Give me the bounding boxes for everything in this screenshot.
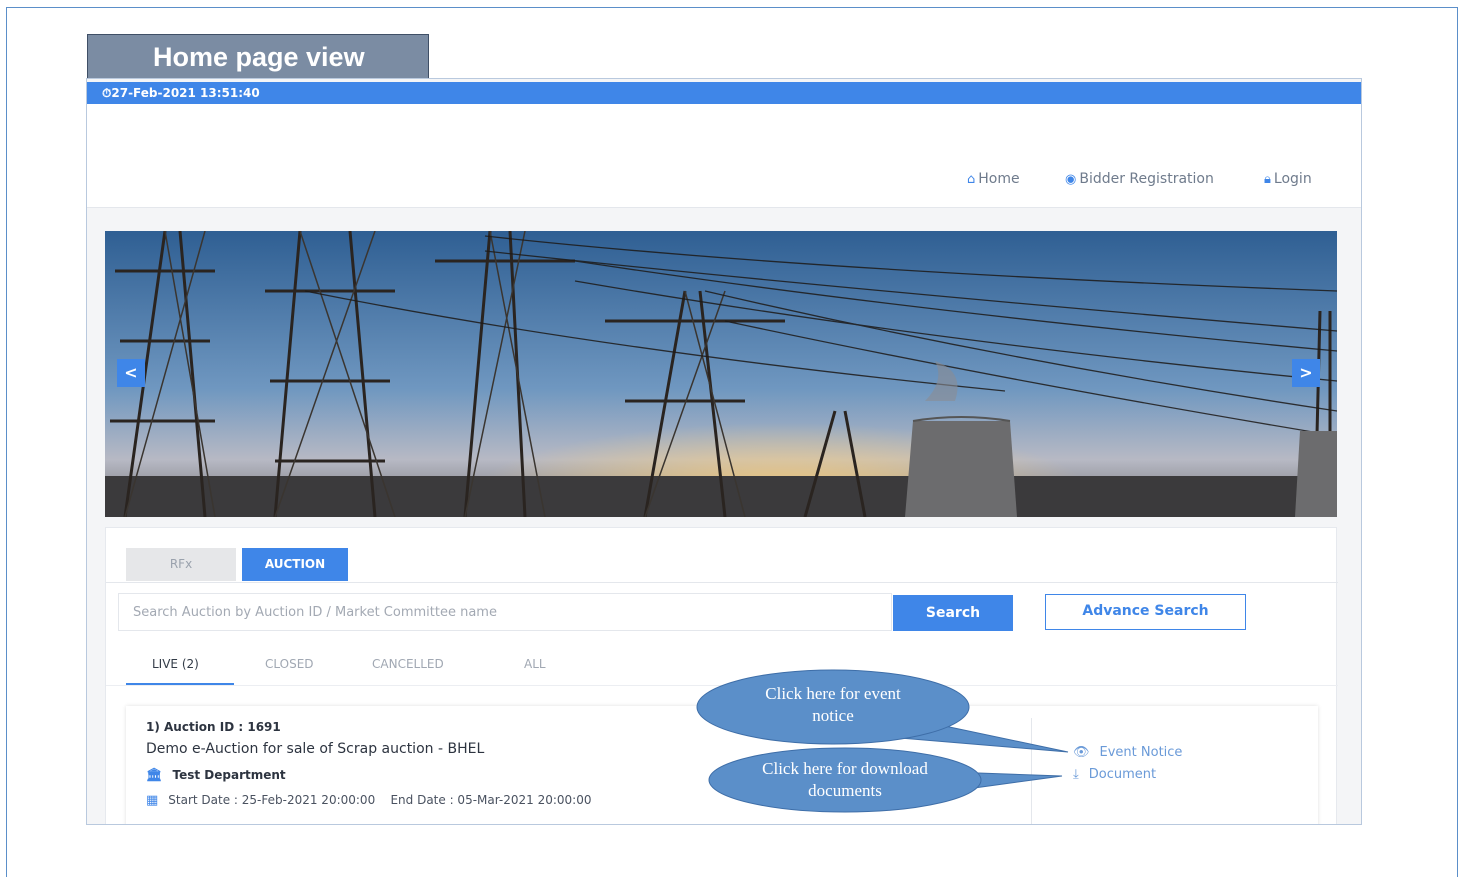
callout-download-text: Click here for download documents — [762, 759, 928, 800]
callout-event-notice-text: Click here for event notice — [765, 684, 901, 725]
callout-overlay — [696, 669, 1069, 813]
